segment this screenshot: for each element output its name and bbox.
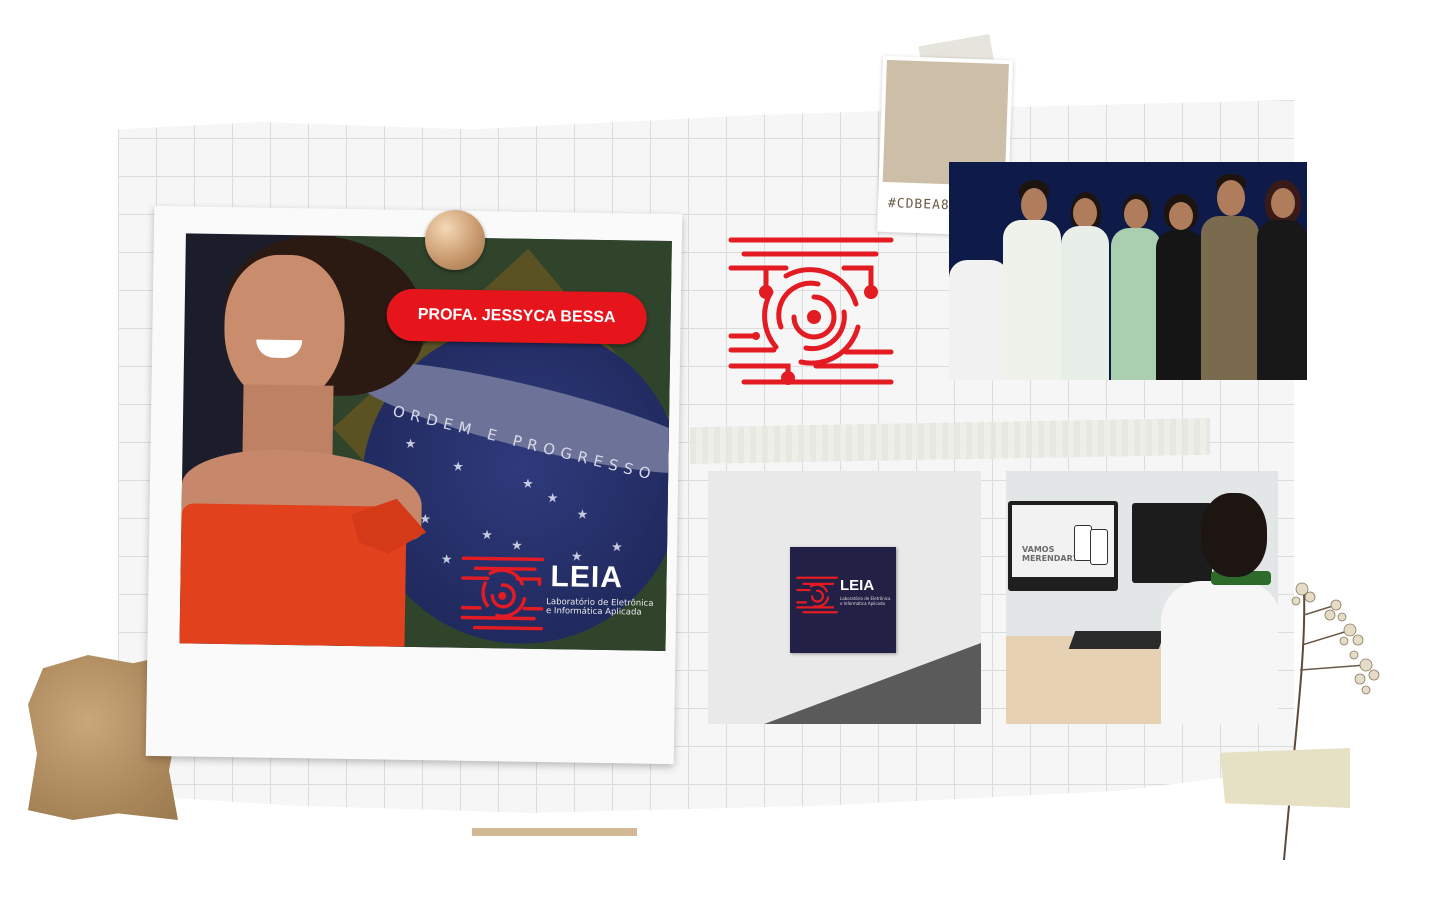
push-pin-icon (425, 210, 485, 270)
leia-logo-small: LEIA Laboratório de Eletrônica e Informá… (460, 553, 654, 636)
flag-star: ★ (610, 540, 623, 556)
leia-wall-sign: LEIA Laboratório de Eletrônica e Informá… (790, 547, 896, 653)
monitor-right (1132, 503, 1212, 583)
monitor-screen: VAMOS MERENDAR? (1012, 505, 1114, 577)
washi-tape (1220, 748, 1350, 808)
color-hex-label: #CDBEA8 (887, 196, 950, 214)
flag-star: ★ (576, 507, 589, 523)
flag-star: ★ (440, 552, 453, 568)
polaroid-frame: ORDEM E PROGRESSO ★ ★ ★ ★ ★ ★ ★ ★ ★ ★ ★ … (145, 205, 683, 765)
portrait-photo: ORDEM E PROGRESSO ★ ★ ★ ★ ★ ★ ★ ★ ★ ★ ★ … (179, 233, 672, 651)
flag-star: ★ (452, 459, 465, 475)
team-member (949, 230, 1009, 380)
flag-star: ★ (404, 436, 417, 453)
flag-star: ★ (521, 476, 534, 492)
circuit-logo-icon (460, 556, 545, 631)
flag-star: ★ (510, 538, 523, 554)
monitor-left: VAMOS MERENDAR? (1008, 501, 1118, 591)
team-photo (949, 162, 1307, 380)
student-shirt (1161, 581, 1278, 724)
wall-sign-subtitle: Laboratório de Eletrônica e Informática … (840, 596, 891, 606)
student-head (1201, 493, 1267, 577)
screen-heading: VAMOS MERENDAR? (1022, 545, 1078, 563)
phone-mockup (1090, 529, 1108, 565)
leia-logo-title: LEIA (550, 560, 624, 595)
keyboard (1068, 631, 1166, 649)
lab-photo: VAMOS MERENDAR? (1006, 471, 1278, 724)
team-member (1059, 192, 1111, 380)
circuit-logo-icon (796, 576, 838, 614)
dried-flower-icon (1283, 582, 1380, 861)
wall-sign-title: LEIA (840, 577, 875, 594)
flag-star: ★ (481, 528, 493, 544)
name-badge: PROFA. JESSYCA BESSA (386, 288, 648, 345)
flag-star: ★ (546, 491, 559, 507)
team-member (1001, 180, 1063, 380)
team-member (1255, 180, 1307, 380)
team-member (1199, 174, 1261, 380)
wall-sign-photo: LEIA Laboratório de Eletrônica e Informá… (708, 471, 981, 724)
circuit-logo-icon (728, 237, 894, 385)
leia-logo-subtitle: Laboratório de Eletrônica e Informática … (545, 597, 654, 618)
kraft-paper-strip (472, 828, 637, 836)
